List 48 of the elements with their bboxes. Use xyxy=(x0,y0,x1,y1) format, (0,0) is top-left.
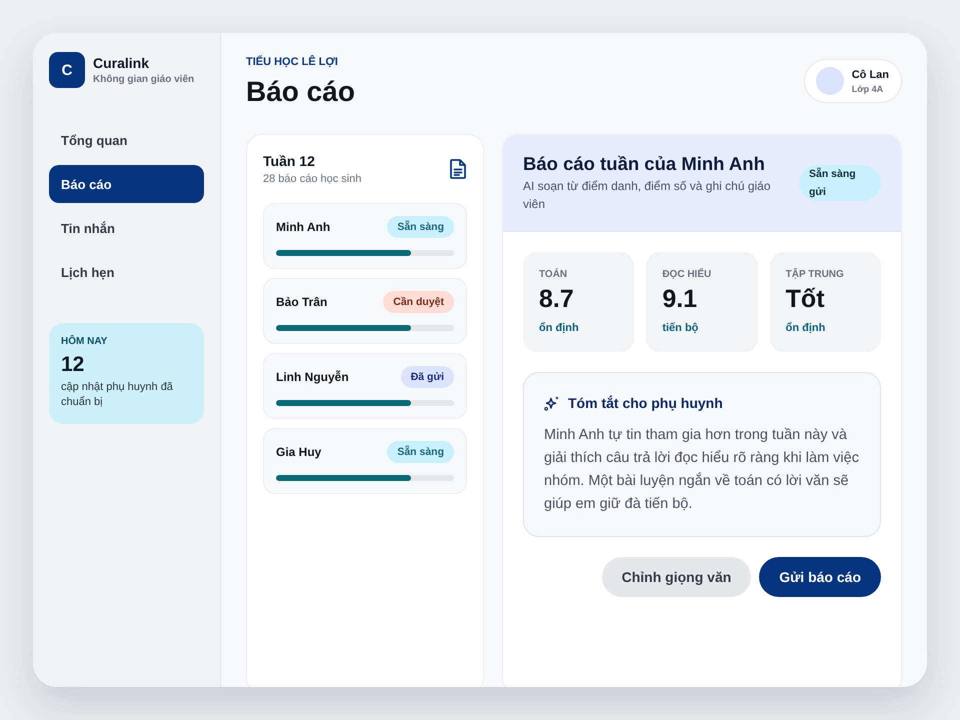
metric-value: 8.7 xyxy=(539,284,575,314)
nav-item[interactable]: Lịch hẹn xyxy=(49,253,204,291)
metric-label: TOÁN xyxy=(539,268,568,282)
report-subtitle: AI soạn từ điểm danh, điểm số và ghi chú giáo viên xyxy=(523,178,772,213)
report-row[interactable]: Bảo Trân Cần duyệt xyxy=(263,278,467,344)
status-badge: Sẵn sàng xyxy=(387,216,454,238)
status-badge: Cần duyệt xyxy=(383,291,454,313)
summary-text: Minh Anh tự tin tham gia hơn trong tuần này và giải thích câu trả lời đọc hiểu rõ ràng khi làm việc nhóm. Một bài luyện ngắn về toán có lời văn sẽ giúp em giữ đà tiến bộ. xyxy=(544,426,860,514)
nav-item[interactable]: Tin nhắn xyxy=(49,209,204,247)
metric-value: 9.1 xyxy=(662,284,698,314)
list-title: Tuần 12 xyxy=(263,152,316,171)
edit-tone-button[interactable]: Chỉnh giọng văn xyxy=(602,557,752,597)
status-badge: Đã gửi xyxy=(400,366,454,388)
report-row[interactable]: Minh Anh Sẵn sàng xyxy=(263,203,467,269)
summary-title: Tóm tắt cho phụ huynh xyxy=(568,394,723,413)
list-subtitle: 28 báo cáo học sinh xyxy=(263,172,362,187)
app-name: Curalink xyxy=(93,55,150,71)
page-title: Báo cáo xyxy=(246,75,355,109)
status-badge: Sẵn sàng gửi xyxy=(799,165,881,201)
status-badge: Sẵn sàng xyxy=(387,441,454,463)
metric-trend: ổn định xyxy=(786,321,826,336)
send-button[interactable]: Gửi báo cáo xyxy=(759,557,881,597)
document-icon[interactable] xyxy=(450,159,466,179)
student-name: Minh Anh xyxy=(276,220,330,234)
nav-item[interactable]: Báo cáo xyxy=(49,165,204,203)
metric-label: TẬP TRUNG xyxy=(786,268,845,282)
school-name: TIỂU HỌC LÊ LỢI xyxy=(246,55,339,69)
user-name: Cô Lan xyxy=(852,68,889,80)
metric-value: Tốt xyxy=(786,284,826,314)
metric-trend: ổn định xyxy=(539,321,580,336)
report-row[interactable]: Gia Huy Sẵn sàng xyxy=(263,428,467,494)
sparkle-icon xyxy=(544,395,560,411)
user-chip[interactable]: Cô Lan Lớp 4A xyxy=(804,59,902,103)
report-title: Báo cáo tuần của Minh Anh xyxy=(523,153,766,175)
report-row[interactable]: Linh Nguyễn Đã gửi xyxy=(263,353,467,419)
app-tagline: Không gian giáo viên xyxy=(93,74,194,85)
metric-trend: tiến bộ xyxy=(662,321,700,336)
today-count: 12 xyxy=(61,353,86,377)
student-name: Linh Nguyễn xyxy=(276,370,349,384)
student-name: Bảo Trân xyxy=(276,295,328,309)
avatar-icon xyxy=(816,67,844,95)
student-name: Gia Huy xyxy=(276,445,322,459)
user-class: Lớp 4A xyxy=(852,84,884,94)
today-label: HÔM NAY xyxy=(61,336,108,347)
app-logo: C xyxy=(49,52,85,88)
today-text: cập nhật phụ huynh đã chuẩn bị xyxy=(61,380,174,410)
metric-label: ĐỌC HIỂU xyxy=(662,268,712,282)
nav-item[interactable]: Tổng quan xyxy=(49,121,204,159)
